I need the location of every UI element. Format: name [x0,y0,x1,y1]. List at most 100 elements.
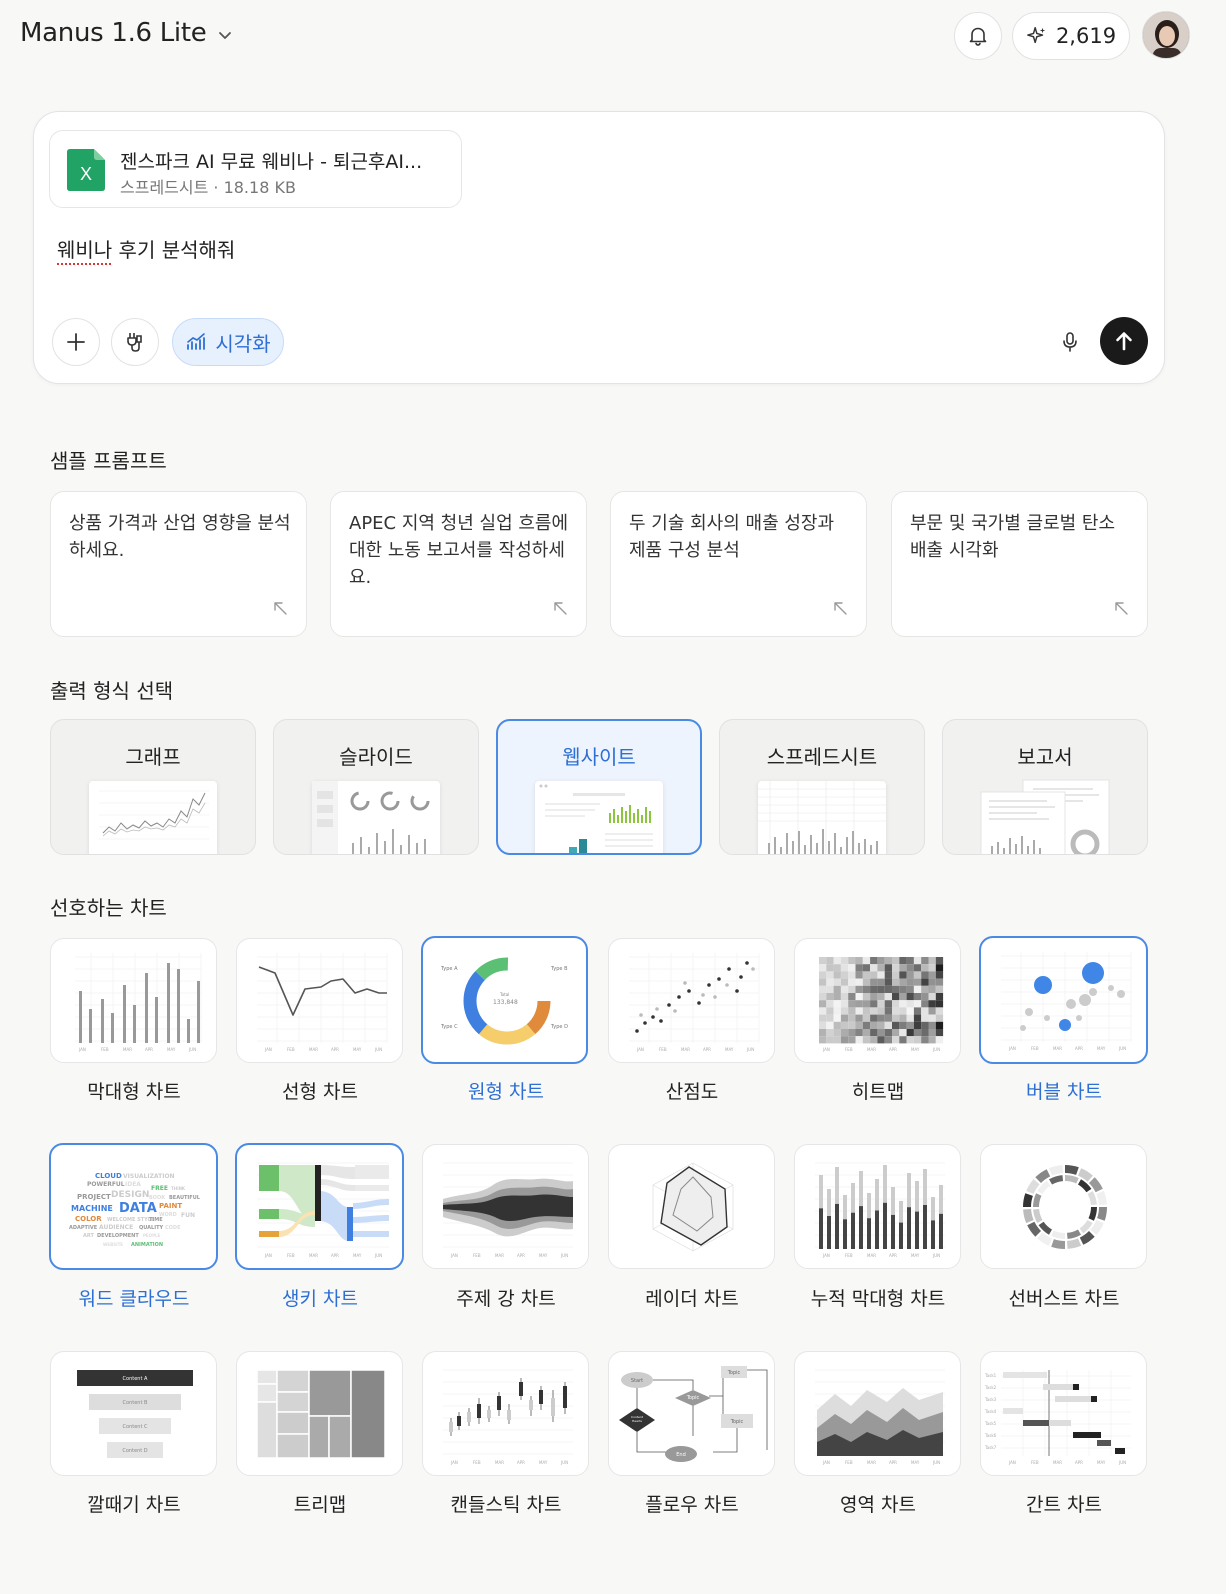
chart-option-gantt[interactable]: Task1 Task2 Task3 Task4 Task5 Task6 Task7 JAN F… [980,1351,1147,1476]
svg-text:WELCOME STYLE: WELCOME STYLE [107,1217,155,1223]
chart-option-bubble[interactable]: JAN FEB MAR APR MAY JUN [979,936,1148,1064]
sankey-thumbnail: JAN FEB MAR APR MAY JUN [257,1162,389,1258]
chart-option-stacked-bar[interactable]: JAN FEB MAR APR MAY JUN [794,1144,961,1269]
avatar[interactable] [1142,11,1190,59]
radar-thumbnail [652,1162,734,1252]
format-option-report[interactable]: 보고서 [942,719,1148,855]
sample-prompt-card[interactable]: 두 기술 회사의 매출 성장과 제품 구성 분석 [610,491,867,637]
svg-text:JUN: JUN [1118,1046,1126,1051]
chart-icon [187,333,206,350]
svg-text:MAY: MAY [353,1253,362,1258]
chart-option-funnel[interactable]: Content A Content B Content C Content D [50,1351,217,1476]
svg-text:FEB: FEB [473,1253,481,1258]
chart-option-wordcloud[interactable]: CLOUD VISUALIZATION POWERFUL IDEA FREE THIN… [49,1143,218,1270]
svg-text:ART: ART [83,1233,94,1239]
chart-option-label: 히트맵 [851,1081,905,1103]
chart-option-bar[interactable]: JAN FEB MAR APR MAY JUN [50,938,217,1063]
chart-option-label: 워드 클라우드 [78,1288,190,1310]
chart-option-sunburst[interactable] [980,1144,1147,1269]
svg-text:Type B: Type B [550,966,568,972]
svg-text:TIME: TIME [149,1217,163,1223]
sparkle-icon [1027,27,1046,44]
visualization-chip[interactable]: 시각화 [172,318,284,366]
svg-text:DEVELOPMENT: DEVELOPMENT [97,1233,139,1239]
sample-prompt-card[interactable]: 상품 가격과 산업 영향을 분석하세요. [50,491,307,637]
svg-text:MAR: MAR [309,1253,318,1258]
svg-text:FREE: FREE [151,1185,168,1192]
svg-text:QUALITY: QUALITY [139,1225,163,1231]
svg-text:APR: APR [889,1253,897,1258]
credits-button[interactable]: 2,619 [1012,12,1130,60]
svg-text:Task6: Task6 [984,1433,997,1438]
svg-text:Task2: Task2 [984,1385,997,1390]
chart-option-pie[interactable]: Total 133,848 Type A Type B Type C Type D [421,936,588,1064]
chart-option-area[interactable]: JAN FEB MAR APR MAY JUN [794,1351,961,1476]
chart-option-candlestick[interactable]: JAN FEB MAR APR MAY JUN [422,1351,589,1476]
svg-text:APR: APR [1075,1460,1083,1465]
output-format-title: 출력 형식 선택 [50,679,174,703]
send-button[interactable] [1100,317,1148,365]
svg-text:JUN: JUN [932,1047,940,1052]
connectors-button[interactable] [111,318,159,366]
svg-text:PROJECT: PROJECT [77,1193,111,1201]
svg-text:AUDIENCE: AUDIENCE [99,1224,133,1231]
attachment-card[interactable]: X 젠스파크 AI 무료 웨비나 - 퇴근후AI... 스프레드시트 · 18.… [49,130,462,208]
svg-text:Hearts: Hearts [632,1419,642,1423]
arrow-up-icon [1116,332,1132,351]
svg-text:JAN: JAN [822,1047,830,1052]
model-selector[interactable]: Manus 1.6 Lite [20,18,236,48]
chart-option-flow[interactable]: Start Topic Topic Topic End Content Hearts [608,1351,775,1476]
svg-text:JUN: JUN [1118,1460,1126,1465]
svg-text:APR: APR [517,1253,525,1258]
sample-prompt-card[interactable]: APEC 지역 청년 실업 흐름에 대한 노동 보고서를 작성하세요. [330,491,587,637]
svg-text:APR: APR [331,1253,339,1258]
themeriver-thumbnail: JAN FEB MAR APR MAY JUN [443,1162,573,1258]
sample-prompt-text: APEC 지역 청년 실업 흐름에 대한 노동 보고서를 작성하세요. [349,513,569,588]
format-option-website[interactable]: 웹사이트 [496,719,702,855]
chart-option-scatter[interactable]: JAN FEB MAR APR MAY JUN [608,938,775,1063]
scatter-chart-thumbnail: JAN FEB MAR APR MAY JUN [629,953,760,1052]
microphone-button[interactable] [1050,322,1090,362]
format-option-slides[interactable]: 슬라이드 [273,719,479,855]
format-label: 그래프 [125,745,181,769]
notifications-button[interactable] [954,12,1002,60]
chevron-down-icon [214,24,236,46]
chart-option-line[interactable]: JAN FEB MAR APR MAY JUN [236,938,403,1063]
svg-text:FEB: FEB [473,1460,481,1465]
chart-option-sankey[interactable]: JAN FEB MAR APR MAY JUN [235,1143,404,1270]
svg-text:Task7: Task7 [984,1445,997,1450]
chart-option-label: 버블 차트 [1026,1081,1102,1103]
add-button[interactable] [52,318,100,366]
chart-option-label: 누적 막대형 차트 [810,1288,946,1310]
svg-text:PEOPLE: PEOPLE [143,1233,161,1238]
svg-text:IDEA: IDEA [125,1181,141,1188]
format-option-graph[interactable]: 그래프 [50,719,256,855]
chart-option-heatmap[interactable]: JAN FEB MAR APR MAY JUN [794,938,961,1063]
chart-option-label: 캔들스틱 차트 [450,1494,562,1516]
microphone-icon [1063,332,1077,352]
svg-text:JUN: JUN [746,1047,754,1052]
chart-option-label: 간트 차트 [1026,1494,1102,1516]
format-thumbnail [535,781,663,853]
svg-text:Total: Total [499,992,509,997]
svg-text:JAN: JAN [450,1253,458,1258]
chart-option-treemap[interactable] [236,1351,403,1476]
svg-text:MAR: MAR [867,1460,876,1465]
svg-text:JUN: JUN [374,1047,382,1052]
chart-option-themeriver[interactable]: JAN FEB MAR APR MAY JUN [422,1144,589,1269]
svg-text:JAN: JAN [636,1047,644,1052]
svg-text:MAR: MAR [681,1047,690,1052]
svg-text:APR: APR [1075,1046,1083,1051]
chart-option-radar[interactable] [608,1144,775,1269]
spellcheck-word: 웨비나 [57,238,113,262]
svg-text:FEB: FEB [659,1047,667,1052]
composer: X 젠스파크 AI 무료 웨비나 - 퇴근후AI... 스프레드시트 · 18.… [33,111,1165,384]
svg-text:Content A: Content A [123,1376,148,1382]
prompt-input[interactable]: 웨비나 후기 분석해줘 [57,234,235,263]
svg-text:JAN: JAN [822,1460,830,1465]
format-option-spreadsheet[interactable]: 스프레드시트 [719,719,925,855]
svg-text:MAR: MAR [867,1253,876,1258]
visualization-chip-label: 시각화 [215,331,271,356]
sample-prompt-card[interactable]: 부문 및 국가별 글로벌 탄소 배출 시각화 [891,491,1148,637]
area-chart-thumbnail: JAN FEB MAR APR MAY JUN [815,1369,945,1465]
